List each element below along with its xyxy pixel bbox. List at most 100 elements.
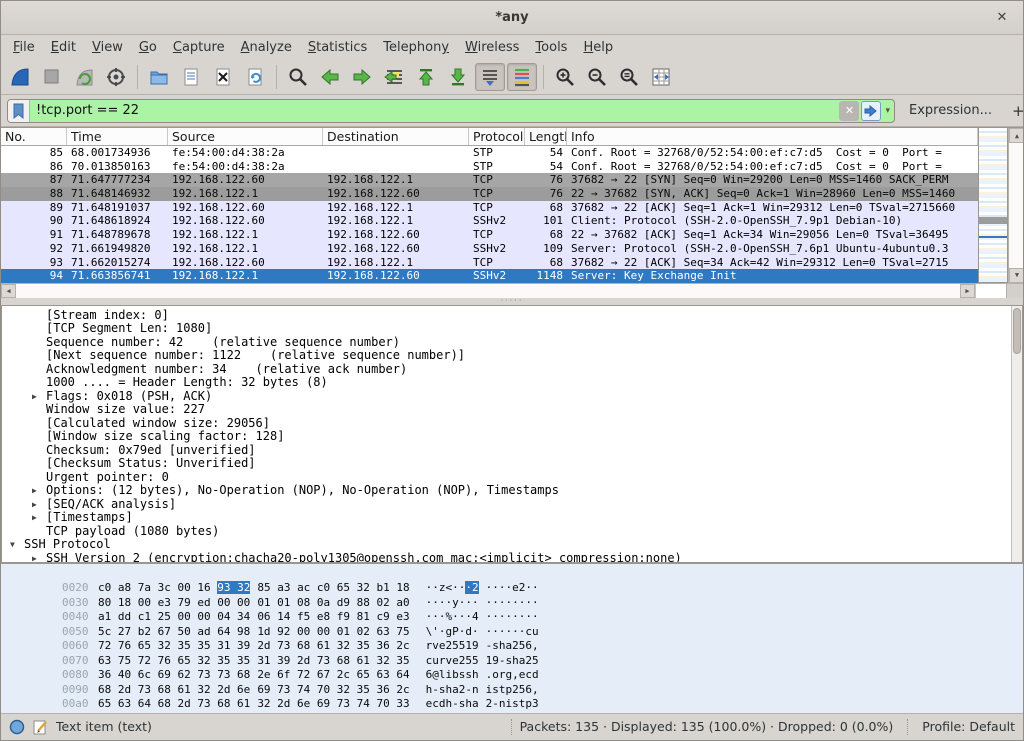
scroll-up-arrow[interactable]: ▲ [1009, 128, 1023, 143]
expander-icon[interactable] [32, 457, 46, 471]
column-header[interactable]: Time [67, 128, 168, 145]
detail-line[interactable]: Sequence number: 42 (relative sequence n… [2, 336, 1022, 350]
packet-row[interactable]: 92 71.661949820 192.168.122.1 192.168.12… [1, 242, 978, 256]
add-filter-button[interactable]: + [1012, 102, 1024, 120]
detail-line[interactable]: ▶[SEQ/ACK analysis] [2, 498, 1022, 512]
expander-icon[interactable]: ▼ [10, 538, 24, 552]
scroll-trough[interactable] [16, 284, 960, 298]
expander-icon[interactable]: ▶ [32, 498, 46, 512]
capture-options-button[interactable] [101, 63, 131, 91]
filter-bookmark-button[interactable] [8, 100, 30, 122]
scroll-trough[interactable] [1009, 143, 1023, 268]
expander-icon[interactable] [32, 403, 46, 417]
menu-item[interactable]: Analyze [233, 37, 300, 58]
detail-line[interactable]: [Checksum Status: Unverified] [2, 457, 1022, 471]
go-to-packet-button[interactable] [379, 63, 409, 91]
expander-icon[interactable] [32, 471, 46, 485]
expander-icon[interactable] [32, 430, 46, 444]
menu-item[interactable]: File [5, 37, 43, 58]
expander-icon[interactable]: ▶ [32, 511, 46, 525]
expert-info-icon[interactable] [9, 719, 25, 735]
zoom-reset-button[interactable] [614, 63, 644, 91]
menu-item[interactable]: Capture [165, 37, 233, 58]
packet-row[interactable]: 87 71.647777234 192.168.122.60 192.168.1… [1, 173, 978, 187]
detail-line[interactable]: Urgent pointer: 0 [2, 471, 1022, 485]
expander-icon[interactable] [32, 322, 46, 336]
zoom-in-button[interactable] [550, 63, 580, 91]
column-header[interactable]: Protocol [469, 128, 525, 145]
capture-comment-icon[interactable] [33, 719, 48, 735]
detail-line[interactable]: [TCP Segment Len: 1080] [2, 322, 1022, 336]
detail-line[interactable]: 1000 .... = Header Length: 32 bytes (8) [2, 376, 1022, 390]
close-file-button[interactable] [208, 63, 238, 91]
packet-row[interactable]: 93 71.662015274 192.168.122.60 192.168.1… [1, 256, 978, 270]
expander-icon[interactable] [32, 363, 46, 377]
detail-line[interactable]: ▶SSH Version 2 (encryption:chacha20-poly… [2, 552, 1022, 563]
detail-line[interactable]: [Next sequence number: 1122 (relative se… [2, 349, 1022, 363]
column-header[interactable]: Source [168, 128, 323, 145]
details-vertical-scrollbar[interactable] [1011, 306, 1022, 562]
display-filter-input[interactable] [30, 103, 839, 118]
packet-row[interactable]: 86 70.013850163 fe:54:00:d4:38:2a STP 54… [1, 160, 978, 174]
expression-button[interactable]: Expression... [901, 103, 1000, 118]
expander-icon[interactable] [32, 376, 46, 390]
packet-list-vertical-scrollbar[interactable]: ▲ ▼ [1008, 128, 1023, 283]
menu-item[interactable]: Help [575, 37, 621, 58]
reload-file-button[interactable] [240, 63, 270, 91]
detail-line[interactable]: ▶[Timestamps] [2, 511, 1022, 525]
expander-icon[interactable] [32, 349, 46, 363]
detail-line[interactable]: ▶Flags: 0x018 (PSH, ACK) [2, 390, 1022, 404]
pane-splitter[interactable]: ····· [1, 298, 1023, 305]
close-window-button[interactable]: ✕ [993, 9, 1011, 27]
detail-line[interactable]: Acknowledgment number: 34 (relative ack … [2, 363, 1022, 377]
stop-capture-button[interactable] [37, 63, 67, 91]
packet-row[interactable]: 91 71.648789678 192.168.122.1 192.168.12… [1, 228, 978, 242]
packet-row[interactable]: 94 71.663856741 192.168.122.1 192.168.12… [1, 269, 978, 283]
resize-columns-button[interactable] [646, 63, 676, 91]
open-file-button[interactable] [144, 63, 174, 91]
go-forward-button[interactable] [347, 63, 377, 91]
expander-icon[interactable] [32, 525, 46, 539]
detail-line[interactable]: [Calculated window size: 29056] [2, 417, 1022, 431]
menu-item[interactable]: Edit [43, 37, 84, 58]
profile-label[interactable]: Profile: Default [922, 719, 1015, 734]
save-file-button[interactable] [176, 63, 206, 91]
packet-row[interactable]: 90 71.648618924 192.168.122.60 192.168.1… [1, 214, 978, 228]
detail-line[interactable]: ▼SSH Protocol [2, 538, 1022, 552]
detail-line[interactable]: ▶Options: (12 bytes), No-Operation (NOP)… [2, 484, 1022, 498]
expander-icon[interactable]: ▶ [32, 484, 46, 498]
expander-icon[interactable]: ▶ [32, 552, 46, 563]
go-back-button[interactable] [315, 63, 345, 91]
zoom-out-button[interactable] [582, 63, 612, 91]
apply-filter-button[interactable] [861, 101, 881, 121]
go-to-bottom-button[interactable] [443, 63, 473, 91]
packet-row[interactable]: 85 68.001734936 fe:54:00:d4:38:2a STP 54… [1, 146, 978, 160]
column-header[interactable]: Length [525, 128, 567, 145]
menu-item[interactable]: Go [131, 37, 165, 58]
packet-minimap[interactable] [978, 128, 1008, 283]
detail-line[interactable]: [Window size scaling factor: 128] [2, 430, 1022, 444]
menu-item[interactable]: Telephony [375, 37, 457, 58]
scroll-left-arrow[interactable]: ◀ [1, 284, 16, 298]
expander-icon[interactable]: ▶ [32, 390, 46, 404]
start-capture-button[interactable] [5, 63, 35, 91]
detail-line[interactable]: Window size value: 227 [2, 403, 1022, 417]
menu-item[interactable]: View [84, 37, 131, 58]
menu-item[interactable]: Wireless [457, 37, 527, 58]
detail-line[interactable]: Checksum: 0x79ed [unverified] [2, 444, 1022, 458]
packet-row[interactable]: 88 71.648146932 192.168.122.1 192.168.12… [1, 187, 978, 201]
find-packet-button[interactable] [283, 63, 313, 91]
expander-icon[interactable] [32, 309, 46, 323]
expander-icon[interactable] [32, 444, 46, 458]
scroll-thumb[interactable] [1013, 308, 1021, 354]
column-header[interactable]: Info [567, 128, 978, 145]
detail-line[interactable]: [Stream index: 0] [2, 309, 1022, 323]
auto-scroll-button[interactable] [475, 63, 505, 91]
go-to-top-button[interactable] [411, 63, 441, 91]
expander-icon[interactable] [32, 417, 46, 431]
restart-capture-button[interactable] [69, 63, 99, 91]
menu-item[interactable]: Tools [527, 37, 575, 58]
column-header[interactable]: No. [1, 128, 67, 145]
hex-row[interactable]: 0020c0 a8 7a 3c 00 16 93 3285 a3 ac c0 6… [9, 567, 1023, 582]
clear-filter-button[interactable]: ✕ [839, 101, 859, 121]
